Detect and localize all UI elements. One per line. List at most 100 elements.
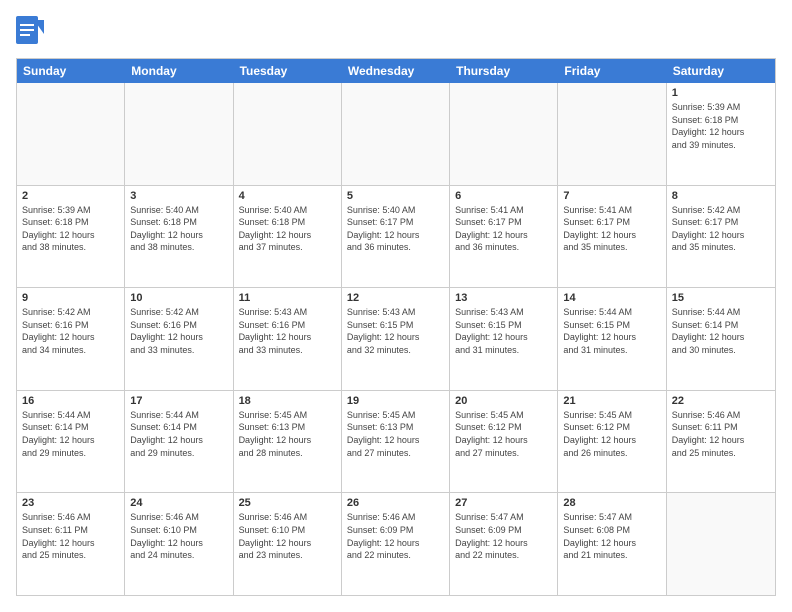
day-info: Sunrise: 5:42 AM Sunset: 6:16 PM Dayligh…	[130, 306, 227, 356]
calendar-cell	[450, 83, 558, 185]
calendar-cell: 10Sunrise: 5:42 AM Sunset: 6:16 PM Dayli…	[125, 288, 233, 390]
calendar-row: 23 Sunrise: 5:46 AM Sunset: 6:11 PM Dayli…	[17, 493, 775, 595]
day-number: 19	[347, 395, 444, 407]
day-info: Sunrise: 5:42 AM Sunset: 6:16 PM Dayligh…	[22, 306, 119, 356]
calendar-cell	[234, 83, 342, 185]
calendar-cell: 22 Sunrise: 5:46 AM Sunset: 6:11 PM Dayli…	[667, 391, 775, 493]
day-number: 25	[239, 497, 336, 509]
day-info: Sunrise: 5:47 AM Sunset: 6:09 PM Dayligh…	[455, 511, 552, 561]
day-info: Sunrise: 5:43 AM Sunset: 6:15 PM Dayligh…	[347, 306, 444, 356]
weekday-header: Saturday	[667, 59, 775, 83]
day-info: Sunrise: 5:40 AM Sunset: 6:18 PM Dayligh…	[239, 204, 336, 254]
day-info: Sunrise: 5:46 AM Sunset: 6:11 PM Dayligh…	[22, 511, 119, 561]
day-number: 26	[347, 497, 444, 509]
day-number: 13	[455, 292, 552, 304]
calendar-cell: 14 Sunrise: 5:44 AM Sunset: 6:15 PM Dayli…	[558, 288, 666, 390]
day-info: Sunrise: 5:47 AM Sunset: 6:08 PM Dayligh…	[563, 511, 660, 561]
calendar-cell: 19 Sunrise: 5:45 AM Sunset: 6:13 PM Dayli…	[342, 391, 450, 493]
calendar-cell	[558, 83, 666, 185]
day-number: 22	[672, 395, 770, 407]
calendar-cell: 12 Sunrise: 5:43 AM Sunset: 6:15 PM Dayli…	[342, 288, 450, 390]
calendar-cell	[342, 83, 450, 185]
day-info: Sunrise: 5:46 AM Sunset: 6:09 PM Dayligh…	[347, 511, 444, 561]
day-number: 8	[672, 190, 770, 202]
calendar-cell: 2 Sunrise: 5:39 AM Sunset: 6:18 PM Daylig…	[17, 186, 125, 288]
calendar-cell: 15 Sunrise: 5:44 AM Sunset: 6:14 PM Dayli…	[667, 288, 775, 390]
calendar-cell: 5 Sunrise: 5:40 AM Sunset: 6:17 PM Daylig…	[342, 186, 450, 288]
calendar-row: 9Sunrise: 5:42 AM Sunset: 6:16 PM Daylig…	[17, 288, 775, 391]
calendar-header: SundayMondayTuesdayWednesdayThursdayFrid…	[17, 59, 775, 83]
day-number: 1	[672, 87, 770, 99]
day-info: Sunrise: 5:44 AM Sunset: 6:14 PM Dayligh…	[130, 409, 227, 459]
weekday-header: Sunday	[17, 59, 125, 83]
day-number: 14	[563, 292, 660, 304]
calendar-cell: 7Sunrise: 5:41 AM Sunset: 6:17 PM Daylig…	[558, 186, 666, 288]
day-number: 5	[347, 190, 444, 202]
day-info: Sunrise: 5:40 AM Sunset: 6:17 PM Dayligh…	[347, 204, 444, 254]
calendar-cell: 23 Sunrise: 5:46 AM Sunset: 6:11 PM Dayli…	[17, 493, 125, 595]
day-info: Sunrise: 5:44 AM Sunset: 6:14 PM Dayligh…	[22, 409, 119, 459]
calendar-cell: 28 Sunrise: 5:47 AM Sunset: 6:08 PM Dayli…	[558, 493, 666, 595]
weekday-header: Tuesday	[234, 59, 342, 83]
calendar-cell: 16 Sunrise: 5:44 AM Sunset: 6:14 PM Dayli…	[17, 391, 125, 493]
calendar-cell: 1 Sunrise: 5:39 AM Sunset: 6:18 PM Daylig…	[667, 83, 775, 185]
day-info: Sunrise: 5:41 AM Sunset: 6:17 PM Dayligh…	[455, 204, 552, 254]
logo	[16, 16, 44, 48]
day-number: 28	[563, 497, 660, 509]
day-number: 6	[455, 190, 552, 202]
day-info: Sunrise: 5:43 AM Sunset: 6:15 PM Dayligh…	[455, 306, 552, 356]
day-info: Sunrise: 5:44 AM Sunset: 6:15 PM Dayligh…	[563, 306, 660, 356]
day-info: Sunrise: 5:46 AM Sunset: 6:10 PM Dayligh…	[130, 511, 227, 561]
day-number: 16	[22, 395, 119, 407]
page: SundayMondayTuesdayWednesdayThursdayFrid…	[0, 0, 792, 612]
logo-icon	[16, 16, 44, 48]
calendar-body: 1 Sunrise: 5:39 AM Sunset: 6:18 PM Daylig…	[17, 83, 775, 595]
day-number: 20	[455, 395, 552, 407]
header	[16, 16, 776, 48]
day-number: 2	[22, 190, 119, 202]
calendar-cell: 27 Sunrise: 5:47 AM Sunset: 6:09 PM Dayli…	[450, 493, 558, 595]
calendar-cell: 11Sunrise: 5:43 AM Sunset: 6:16 PM Dayli…	[234, 288, 342, 390]
day-info: Sunrise: 5:40 AM Sunset: 6:18 PM Dayligh…	[130, 204, 227, 254]
calendar-cell: 13 Sunrise: 5:43 AM Sunset: 6:15 PM Dayli…	[450, 288, 558, 390]
day-number: 21	[563, 395, 660, 407]
day-number: 3	[130, 190, 227, 202]
calendar: SundayMondayTuesdayWednesdayThursdayFrid…	[16, 58, 776, 596]
day-info: Sunrise: 5:44 AM Sunset: 6:14 PM Dayligh…	[672, 306, 770, 356]
day-info: Sunrise: 5:46 AM Sunset: 6:11 PM Dayligh…	[672, 409, 770, 459]
calendar-cell: 6 Sunrise: 5:41 AM Sunset: 6:17 PM Daylig…	[450, 186, 558, 288]
day-info: Sunrise: 5:39 AM Sunset: 6:18 PM Dayligh…	[22, 204, 119, 254]
weekday-header: Thursday	[450, 59, 558, 83]
day-info: Sunrise: 5:45 AM Sunset: 6:13 PM Dayligh…	[347, 409, 444, 459]
calendar-cell: 8 Sunrise: 5:42 AM Sunset: 6:17 PM Daylig…	[667, 186, 775, 288]
calendar-cell: 9Sunrise: 5:42 AM Sunset: 6:16 PM Daylig…	[17, 288, 125, 390]
calendar-cell: 17 Sunrise: 5:44 AM Sunset: 6:14 PM Dayli…	[125, 391, 233, 493]
calendar-cell: 25Sunrise: 5:46 AM Sunset: 6:10 PM Dayli…	[234, 493, 342, 595]
day-number: 23	[22, 497, 119, 509]
day-info: Sunrise: 5:41 AM Sunset: 6:17 PM Dayligh…	[563, 204, 660, 254]
day-number: 12	[347, 292, 444, 304]
calendar-cell: 20 Sunrise: 5:45 AM Sunset: 6:12 PM Dayli…	[450, 391, 558, 493]
calendar-row: 2 Sunrise: 5:39 AM Sunset: 6:18 PM Daylig…	[17, 186, 775, 289]
day-number: 11	[239, 292, 336, 304]
day-info: Sunrise: 5:39 AM Sunset: 6:18 PM Dayligh…	[672, 101, 770, 151]
weekday-header: Wednesday	[342, 59, 450, 83]
calendar-row: 1 Sunrise: 5:39 AM Sunset: 6:18 PM Daylig…	[17, 83, 775, 186]
calendar-cell: 24 Sunrise: 5:46 AM Sunset: 6:10 PM Dayli…	[125, 493, 233, 595]
day-number: 24	[130, 497, 227, 509]
day-info: Sunrise: 5:45 AM Sunset: 6:12 PM Dayligh…	[563, 409, 660, 459]
day-info: Sunrise: 5:42 AM Sunset: 6:17 PM Dayligh…	[672, 204, 770, 254]
day-number: 17	[130, 395, 227, 407]
calendar-cell: 18 Sunrise: 5:45 AM Sunset: 6:13 PM Dayli…	[234, 391, 342, 493]
day-number: 15	[672, 292, 770, 304]
day-number: 27	[455, 497, 552, 509]
calendar-cell: 4Sunrise: 5:40 AM Sunset: 6:18 PM Daylig…	[234, 186, 342, 288]
day-info: Sunrise: 5:45 AM Sunset: 6:12 PM Dayligh…	[455, 409, 552, 459]
weekday-header: Friday	[558, 59, 666, 83]
calendar-cell	[17, 83, 125, 185]
weekday-header: Monday	[125, 59, 233, 83]
day-info: Sunrise: 5:45 AM Sunset: 6:13 PM Dayligh…	[239, 409, 336, 459]
calendar-cell: 3 Sunrise: 5:40 AM Sunset: 6:18 PM Daylig…	[125, 186, 233, 288]
calendar-cell	[125, 83, 233, 185]
day-number: 18	[239, 395, 336, 407]
